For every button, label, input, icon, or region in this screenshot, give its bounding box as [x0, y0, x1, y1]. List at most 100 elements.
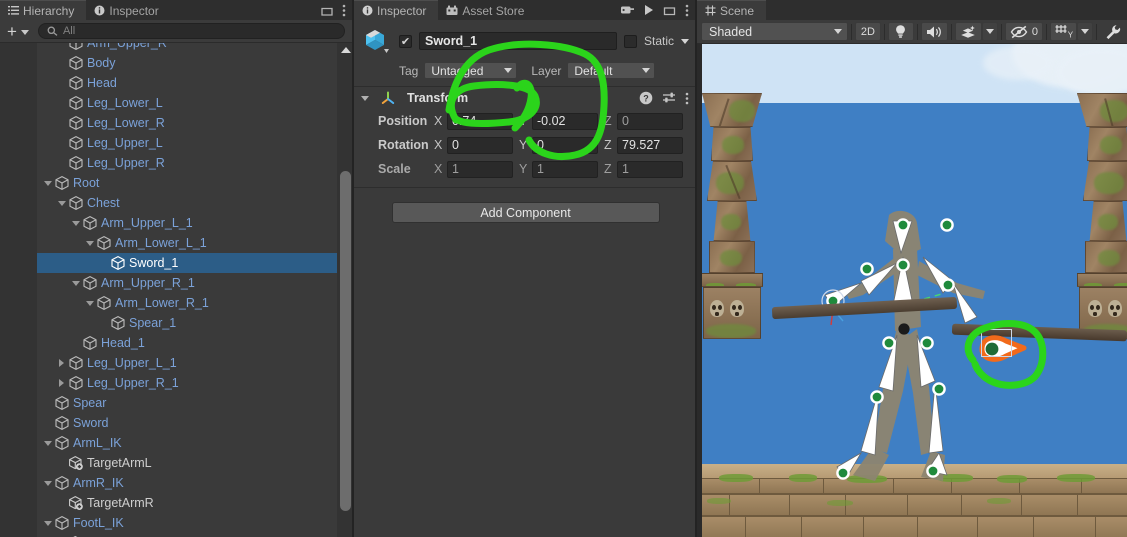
search-input[interactable]: All — [37, 23, 345, 39]
gameobject-cube-icon — [68, 375, 84, 391]
hierarchy-item-spear-1[interactable]: Spear_1 — [37, 313, 337, 333]
transform-scale-z-field[interactable]: 1 — [617, 160, 683, 178]
help-icon[interactable]: ? — [639, 91, 653, 105]
toggle-lighting-button[interactable] — [887, 22, 914, 41]
transform-header[interactable]: Transform ? — [354, 87, 697, 109]
chevron-down-icon[interactable] — [69, 280, 82, 286]
transform-position-z-field[interactable]: 0 — [617, 112, 683, 130]
gameobject-cube-icon — [54, 415, 70, 431]
layer-dropdown[interactable]: Default — [567, 62, 656, 79]
static-checkbox[interactable]: ✔ — [623, 34, 637, 48]
chevron-down-icon[interactable] — [83, 300, 96, 306]
transform-rotation-z-field[interactable]: 79.527 — [617, 136, 683, 154]
play-icon[interactable] — [644, 4, 654, 16]
hierarchy-item-leg-upper-l-1[interactable]: Leg_Upper_L_1 — [37, 353, 337, 373]
tab-inspector-left[interactable]: Inspector — [86, 0, 171, 20]
toggle-audio-button[interactable] — [920, 22, 948, 41]
effects-icon — [960, 25, 977, 39]
transform-foldout-icon[interactable] — [361, 95, 369, 101]
transform-scale-y-field[interactable]: 1 — [532, 160, 598, 178]
fx-dropdown-button[interactable] — [981, 22, 998, 41]
hierarchy-item-label: Leg_Upper_R — [87, 156, 165, 170]
transform-rotation-x-field[interactable]: 0 — [447, 136, 513, 154]
scroll-up-arrow-icon[interactable] — [341, 47, 351, 53]
hierarchy-item-head[interactable]: Head — [37, 73, 337, 93]
gameobject-cube-icon — [82, 335, 98, 351]
transform-row-position: Position X 0.74 Y -0.02 Z 0 — [354, 109, 697, 133]
hierarchy-item-chest[interactable]: Chest — [37, 193, 337, 213]
hierarchy-item-arm-lower-l-1[interactable]: Arm_Lower_L_1 — [37, 233, 337, 253]
hierarchy-item-body[interactable]: Body — [37, 53, 337, 73]
shading-mode-value: Shaded — [709, 24, 753, 39]
gameobject-cube-icon — [68, 75, 84, 91]
hierarchy-item-leg-upper-r[interactable]: Leg_Upper_R — [37, 153, 337, 173]
gameobject-name-field[interactable]: Sword_1 — [419, 32, 617, 50]
add-component-button[interactable]: Add Component — [391, 202, 660, 223]
toggle-2d-button[interactable]: 2D — [854, 22, 881, 41]
hierarchy-item-leg-upper-l[interactable]: Leg_Upper_L — [37, 133, 337, 153]
hierarchy-item-label: Sword_1 — [129, 256, 179, 270]
hierarchy-item-sword-1[interactable]: Sword_1 — [37, 253, 337, 273]
tab-inspector[interactable]: Inspector — [354, 0, 439, 20]
chevron-down-icon[interactable] — [69, 220, 82, 226]
hierarchy-item-targetarml[interactable]: TargetArmL — [37, 453, 337, 473]
value: 0 — [452, 138, 459, 152]
hierarchy-item-arm-upper-r[interactable]: Arm_Upper_R — [37, 43, 337, 53]
tab-hierarchy[interactable]: Hierarchy — [0, 0, 87, 20]
chevron-down-icon[interactable] — [41, 520, 54, 526]
gameobject-enabled-checkbox[interactable]: ✔ — [399, 34, 412, 48]
create-gameobject-button[interactable]: + — [6, 23, 18, 40]
chevron-down-icon[interactable] — [83, 240, 96, 246]
hierarchy-item-leg-upper-r-1[interactable]: Leg_Upper_R_1 — [37, 373, 337, 393]
hierarchy-item-footl-ik[interactable]: FootL_IK — [37, 513, 337, 533]
scene-viewport[interactable] — [697, 44, 1127, 537]
scrollbar-thumb[interactable] — [340, 171, 351, 511]
toggle-fx-button[interactable] — [954, 22, 982, 41]
hierarchy-item-leg-lower-l[interactable]: Leg_Lower_L — [37, 93, 337, 113]
gameobject-cube-icon — [68, 95, 84, 111]
hierarchy-item-armr-ik[interactable]: ArmR_IK — [37, 473, 337, 493]
hierarchy-item-arm-upper-r-1[interactable]: Arm_Upper_R_1 — [37, 273, 337, 293]
hierarchy-item-leg-lower-r[interactable]: Leg_Lower_R — [37, 113, 337, 133]
value: 1 — [452, 162, 459, 176]
grid-visibility-button[interactable]: Y — [1050, 22, 1077, 41]
hierarchy-item-targetarmr[interactable]: TargetArmR — [37, 493, 337, 513]
hierarchy-item-list[interactable]: Arm_Upper_R Body Head Leg_Lower_L Leg_Lower_… — [37, 43, 337, 537]
kebab-menu-icon[interactable] — [685, 92, 689, 105]
dock-window-icon[interactable] — [321, 5, 333, 16]
transform-rotation-y-field[interactable]: 0 — [532, 136, 598, 154]
dock-window-icon[interactable] — [663, 5, 676, 16]
hierarchy-item-spear[interactable]: Spear — [37, 393, 337, 413]
transform-scale-x-field[interactable]: 1 — [447, 160, 513, 178]
hierarchy-item-arml-ik[interactable]: ArmL_IK — [37, 433, 337, 453]
axis-x-label: X — [434, 138, 443, 152]
static-dropdown-icon[interactable] — [681, 38, 689, 44]
chevron-right-icon[interactable] — [55, 359, 68, 367]
create-dropdown-icon[interactable] — [20, 29, 29, 35]
hierarchy-item-sword[interactable]: Sword — [37, 413, 337, 433]
chevron-down-icon[interactable] — [41, 180, 54, 186]
kebab-menu-icon[interactable] — [342, 4, 346, 17]
transform-position-x-field[interactable]: 0.74 — [447, 112, 513, 130]
chevron-right-icon[interactable] — [55, 379, 68, 387]
hidden-objects-button[interactable]: 0 — [1004, 22, 1044, 41]
kebab-menu-icon[interactable] — [685, 4, 689, 17]
hierarchy-item-root[interactable]: Root — [37, 173, 337, 193]
hierarchy-item-targetfootl[interactable]: TargetFootL — [37, 533, 337, 537]
chevron-down-icon[interactable] — [55, 200, 68, 206]
gameobject-cube-icon — [82, 275, 98, 291]
hierarchy-item-arm-upper-l-1[interactable]: Arm_Upper_L_1 — [37, 213, 337, 233]
chevron-down-icon[interactable] — [41, 440, 54, 446]
hierarchy-item-arm-lower-r-1[interactable]: Arm_Lower_R_1 — [37, 293, 337, 313]
tab-scene[interactable]: Scene — [697, 0, 767, 20]
hierarchy-item-head-1[interactable]: Head_1 — [37, 333, 337, 353]
shading-mode-dropdown[interactable]: Shaded — [701, 22, 848, 41]
grid-dropdown-button[interactable] — [1077, 22, 1093, 41]
transform-position-y-field[interactable]: -0.02 — [532, 112, 598, 130]
scene-tools-button[interactable] — [1100, 22, 1127, 41]
tag-dropdown[interactable]: Untagged — [424, 62, 518, 79]
preset-icon[interactable] — [662, 91, 676, 105]
lock-icon[interactable] — [620, 4, 635, 16]
chevron-down-icon[interactable] — [41, 480, 54, 486]
tab-asset-store[interactable]: Asset Store — [438, 0, 537, 20]
